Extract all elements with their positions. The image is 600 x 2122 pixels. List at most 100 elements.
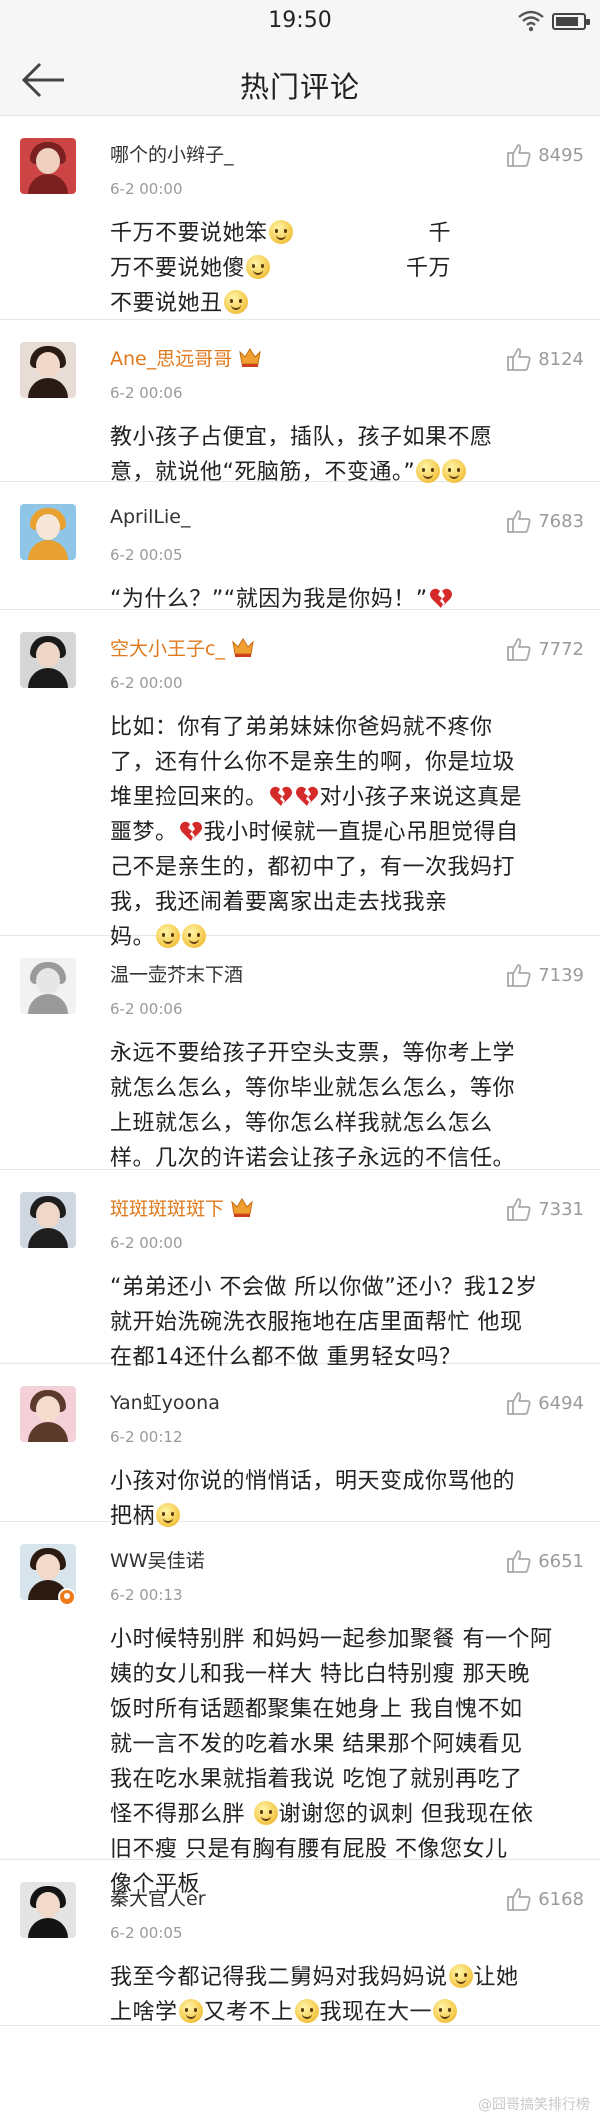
avatar[interactable] — [20, 1882, 76, 1938]
like-count: 7139 — [538, 964, 584, 986]
like-count: 7331 — [538, 1198, 584, 1220]
comment-line: 上啥学 又考不上 我现在大一 — [110, 1995, 560, 2030]
comment-item: 空大小王子c_ 6-2 00:00 7772 比如：你有了弟弟妹妹你爸妈就不疼你… — [0, 610, 600, 950]
user-name-text: 空大小王子c_ — [110, 638, 225, 660]
comment-line: 千万不要说她笨 千 — [110, 216, 560, 251]
avatar[interactable] — [20, 342, 76, 398]
like-button[interactable]: 6651 — [506, 1546, 584, 1576]
comment-line: 噩梦。 我小时候就一直提心吊胆觉得自 — [110, 815, 560, 850]
comment-text-segment: 我现在大一 — [319, 2000, 433, 2025]
comment-timestamp: 6-2 00:05 — [110, 546, 183, 564]
user-name-text: 温一壶芥末下酒 — [110, 964, 244, 986]
smile-emoji-icon — [294, 1999, 319, 2023]
like-button[interactable]: 7772 — [506, 634, 584, 664]
comment-text-segment: 千 — [293, 221, 452, 246]
comment-text-segment: 又考不上 — [203, 2000, 294, 2025]
avatar[interactable] — [20, 504, 76, 560]
comment-line: “弟弟还小 不会做 所以你做”还小？我12岁 — [110, 1270, 560, 1305]
like-count: 8495 — [538, 144, 584, 166]
comment-item: 秦大官人er 6-2 00:05 6168 我至今都记得我二舅妈对我妈妈说 让她上… — [0, 1860, 600, 2026]
vip-crown-icon — [232, 638, 254, 657]
comment-timestamp: 6-2 00:13 — [110, 1586, 183, 1604]
smile-emoji-icon — [433, 1999, 458, 2023]
user-name[interactable]: 哪个的小辫子_ — [110, 140, 234, 167]
avatar[interactable] — [20, 138, 76, 194]
avatar[interactable] — [20, 1192, 76, 1248]
comment-line: 姨的女儿和我一样大 特比白特别瘦 那天晚 — [110, 1657, 560, 1692]
comment-text-segment: “为什么？”“就因为我是你妈！” — [110, 587, 428, 612]
status-bar: 19:50 — [0, 0, 600, 44]
comment-line: 我至今都记得我二舅妈对我妈妈说 让她 — [110, 1960, 560, 1995]
avatar[interactable] — [20, 1386, 76, 1442]
like-button[interactable]: 8124 — [506, 344, 584, 374]
like-count: 7772 — [538, 638, 584, 660]
comment-line: 堆里捡回来的。 对小孩子来说这真是 — [110, 780, 560, 815]
comment-line: 教小孩子占便宜，插队，孩子如果不愿 — [110, 420, 560, 455]
thumbs-up-icon — [507, 1550, 531, 1573]
comment-item: Yan虹yoona 6-2 00:12 6494 小孩对你说的悄悄话，明天变成你… — [0, 1364, 600, 1529]
like-button[interactable]: 6494 — [506, 1388, 584, 1418]
comment-text-segment: 谢谢您的讽刺 但我现在依 — [278, 1802, 534, 1827]
smile-emoji-icon — [246, 255, 271, 279]
like-count: 6651 — [538, 1550, 584, 1572]
like-button[interactable]: 7683 — [506, 506, 584, 536]
thumbs-up-icon — [507, 1198, 531, 1221]
thumbs-up-icon — [507, 638, 531, 661]
comment-text-segment: 小孩对你说的悄悄话，明天变成你骂他的 — [110, 1469, 516, 1494]
comment-item: WW吴佳诺 6-2 00:13 6651 小时候特别胖 和妈妈一起参加聚餐 有一… — [0, 1522, 600, 1897]
comment-text: 千万不要说她笨 千万不要说她傻 千万 不要说她丑 — [110, 216, 560, 321]
comment-text: 教小孩子占便宜，插队，孩子如果不愿 意，就说他“死脑筋，不变通。” — [110, 420, 560, 490]
like-count: 8124 — [538, 348, 584, 370]
comment-line: 永远不要给孩子开空头支票，等你考上学 — [110, 1036, 560, 1071]
thumbs-up-icon — [507, 348, 531, 371]
user-name[interactable]: 温一壶芥末下酒 — [110, 960, 243, 987]
comment-item: 哪个的小辫子_ 6-2 00:00 8495 千万不要说她笨 千万不要说她傻 千… — [0, 116, 600, 320]
comment-text-segment: 就开始洗碗洗衣服拖地在店里面帮忙 他现 — [110, 1310, 523, 1335]
comment-text-segment: 己不是亲生的，都初中了，有一次我妈打 — [110, 855, 516, 880]
like-button[interactable]: 7331 — [506, 1194, 584, 1224]
comment-line: 不要说她丑 — [110, 286, 560, 321]
comment-text-segment: 饭时所有话题都聚集在她身上 我自愧不如 — [110, 1697, 523, 1722]
user-name[interactable]: 秦大官人er — [110, 1884, 206, 1911]
user-name-text: AprilLie_ — [110, 506, 191, 528]
like-button[interactable]: 6168 — [506, 1884, 584, 1914]
avatar[interactable] — [20, 632, 76, 688]
smile-emoji-icon — [416, 459, 441, 483]
comment-text-segment: 就一言不发的吃着水果 结果那个阿姨看见 — [110, 1732, 523, 1757]
user-name[interactable]: AprilLie_ — [110, 506, 190, 528]
broken-heart-icon — [295, 786, 318, 806]
broken-heart-icon — [429, 588, 452, 608]
comment-line: 饭时所有话题都聚集在她身上 我自愧不如 — [110, 1692, 560, 1727]
comment-text-segment: 小时候特别胖 和妈妈一起参加聚餐 有一个阿 — [110, 1627, 553, 1652]
comment-text-segment: 千万不要说她笨 — [110, 221, 268, 246]
user-name[interactable]: Ane_思远哥哥 — [110, 344, 262, 371]
comment-line: 了，还有什么你不是亲生的啊，你是垃圾 — [110, 745, 560, 780]
comment-text: “弟弟还小 不会做 所以你做”还小？我12岁就开始洗碗洗衣服拖地在店里面帮忙 他… — [110, 1270, 560, 1375]
comment-text-segment: 怪不得那么胖 — [110, 1802, 253, 1827]
comment-timestamp: 6-2 00:05 — [110, 1924, 183, 1942]
user-name[interactable]: 斑斑斑斑斑下 — [110, 1194, 254, 1221]
battery-icon — [552, 13, 590, 30]
comment-text-segment: 噩梦。 — [110, 820, 178, 845]
thumbs-up-icon — [507, 1888, 531, 1911]
comment-line: 小孩对你说的悄悄话，明天变成你骂他的 — [110, 1464, 560, 1499]
user-name[interactable]: 空大小王子c_ — [110, 634, 255, 661]
smile-emoji-icon — [448, 1964, 473, 1988]
user-name[interactable]: WW吴佳诺 — [110, 1546, 205, 1573]
comment-line: 怪不得那么胖 谢谢您的讽刺 但我现在依 — [110, 1797, 560, 1832]
comment-line: 就怎么怎么，等你毕业就怎么怎么，等你 — [110, 1071, 560, 1106]
like-button[interactable]: 8495 — [506, 140, 584, 170]
user-name[interactable]: Yan虹yoona — [110, 1388, 220, 1415]
like-count: 6494 — [538, 1392, 584, 1414]
comment-line: 比如：你有了弟弟妹妹你爸妈就不疼你 — [110, 710, 560, 745]
vip-crown-icon — [239, 348, 261, 367]
like-button[interactable]: 7139 — [506, 960, 584, 990]
avatar[interactable] — [20, 958, 76, 1014]
user-name-text: Yan虹yoona — [110, 1392, 220, 1414]
status-time: 19:50 — [268, 8, 332, 33]
comment-text: 我至今都记得我二舅妈对我妈妈说 让她 上啥学 又考不上 我现在大一 — [110, 1960, 560, 2030]
comment-text-segment: 我小时候就一直提心吊胆觉得自 — [203, 820, 519, 845]
broken-heart-icon — [179, 821, 202, 841]
comment-line: 就开始洗碗洗衣服拖地在店里面帮忙 他现 — [110, 1305, 560, 1340]
comment-text-segment: 就怎么怎么，等你毕业就怎么怎么，等你 — [110, 1076, 516, 1101]
